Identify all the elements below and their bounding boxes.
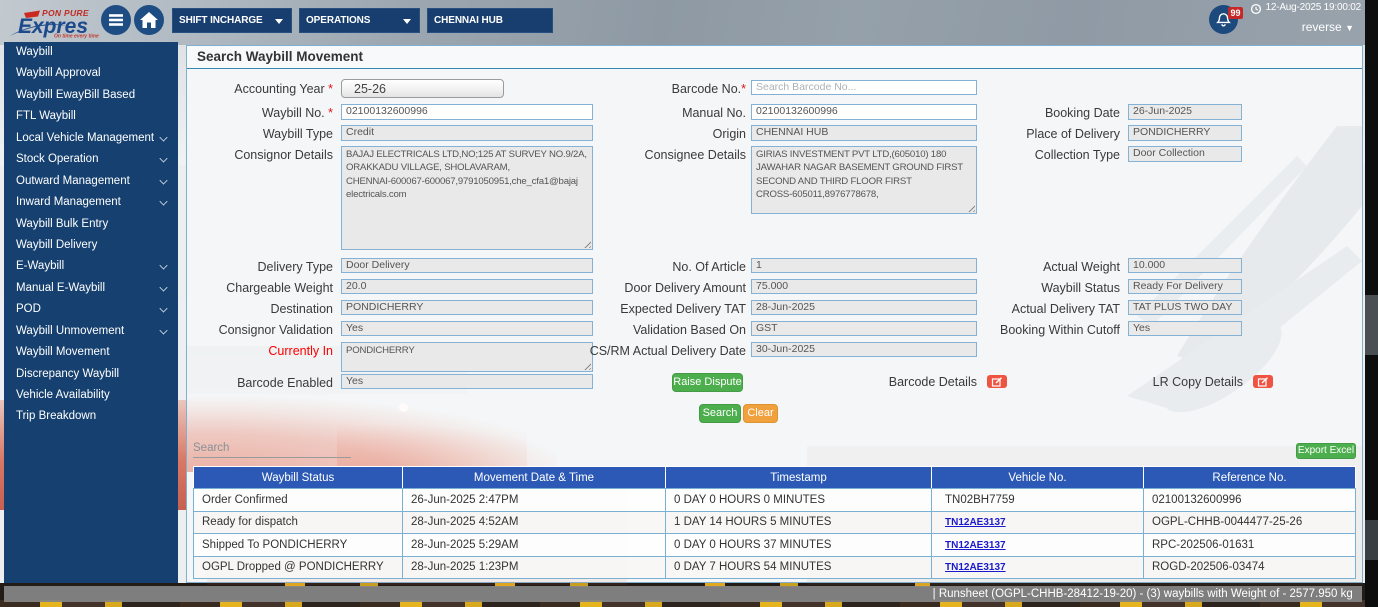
svg-text:On time every time: On time every time [54, 34, 99, 40]
